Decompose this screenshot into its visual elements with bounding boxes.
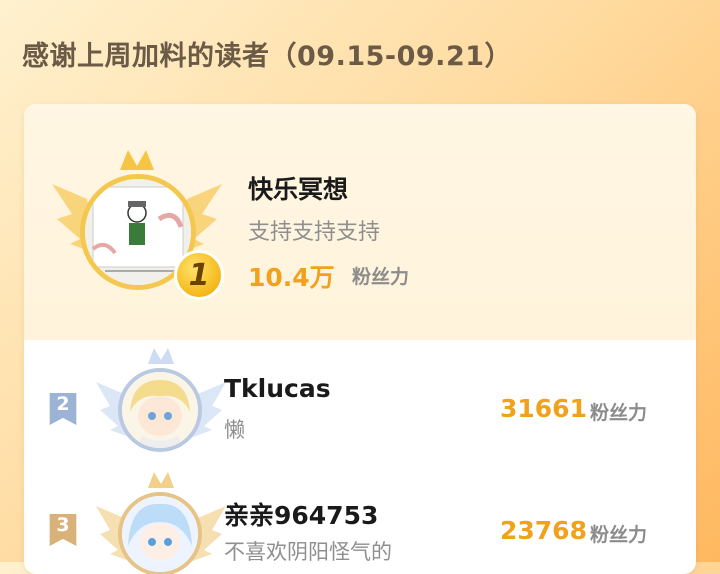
tklucas-avatar[interactable] [118,368,202,452]
fan-power-unit: 粉丝力 [590,402,648,424]
top-supporter-name: 快乐冥想 [248,175,349,204]
top-fan-power-score: 10.4万 [248,263,335,292]
anime-boy-icon [122,372,198,448]
fan-power-score: 31661 [500,394,587,423]
top-fan-power-unit: 粉丝力 [352,266,410,288]
supporter-name: Tklucas [224,374,331,403]
rank-3-label: 3 [56,514,70,536]
fan-power-score: 23768 [500,516,587,545]
page-title: 感谢上周加料的读者（09.15-09.21） [22,41,513,72]
rank-2-label: 2 [56,393,70,415]
rank-1-badge: 1 [174,250,224,300]
supporter-message: 懒 [224,418,245,442]
fan-power-unit: 粉丝力 [590,524,648,546]
top-supporter-message: 支持支持支持 [248,220,381,245]
anime-girl-icon [122,496,198,572]
supporter-name: 亲亲964753 [224,501,379,530]
supporter-ranking-card: 1 2 Tklucas 懒 31661 粉丝力 3 亲亲964753 不喜欢阴阳… [24,104,696,574]
